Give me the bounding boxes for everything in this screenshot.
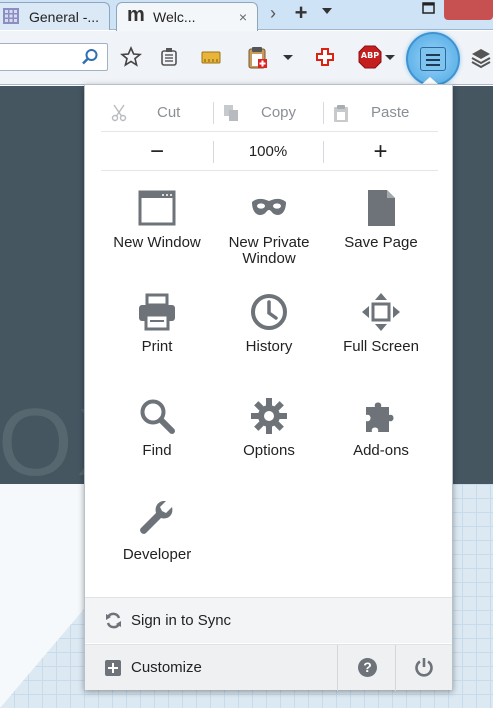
sync-icon: [106, 612, 121, 629]
new-private-window-button[interactable]: New Private Window: [213, 189, 325, 285]
printer-icon: [139, 293, 175, 331]
full-screen-button[interactable]: Full Screen: [325, 293, 437, 389]
new-private-window-label: New Private Window: [228, 234, 310, 267]
options-label: Options: [243, 442, 295, 459]
bookmark-star-icon[interactable]: [120, 44, 142, 70]
tab-general[interactable]: General -...: [0, 2, 110, 30]
zoom-in-button[interactable]: +: [323, 133, 438, 171]
history-button[interactable]: History: [213, 293, 325, 389]
print-button[interactable]: Print: [101, 293, 213, 389]
tab-welcome[interactable]: m Welc... ×: [116, 2, 258, 31]
copy-icon: [224, 105, 238, 121]
tab-scroll-right-icon[interactable]: ›: [264, 3, 282, 25]
scissors-icon: [111, 104, 127, 122]
paste-button[interactable]: Paste: [323, 94, 438, 132]
puzzle-icon: [366, 402, 394, 432]
developer-button[interactable]: Developer: [101, 501, 213, 597]
gear-icon: [251, 398, 287, 434]
adblock-plus-label: ABP: [360, 51, 380, 60]
zoom-out-button[interactable]: −: [101, 133, 213, 171]
developer-label: Developer: [122, 546, 192, 563]
adblock-plus-icon[interactable]: ABP: [358, 45, 382, 71]
redcross-addon-icon[interactable]: [314, 44, 336, 70]
main-menu-panel: Cut Copy Paste − 100% + New Window New P…: [84, 84, 453, 691]
close-tab-icon[interactable]: ×: [239, 5, 247, 29]
tab-strip: General -... m Welc... × › +: [0, 0, 493, 31]
search-field[interactable]: [0, 43, 108, 71]
fullscreen-arrows-icon: [362, 293, 400, 331]
new-tab-button[interactable]: +: [290, 2, 312, 25]
print-label: Print: [141, 338, 173, 355]
tab-welcome-label: Welc...: [153, 9, 196, 25]
adblock-dropdown-icon[interactable]: [384, 44, 396, 70]
restore-icon: [422, 2, 435, 14]
copy-label: Copy: [261, 104, 297, 121]
cut-label: Cut: [157, 104, 181, 121]
customize-plus-icon: [105, 660, 121, 676]
tab-list-dropdown-icon[interactable]: [322, 8, 332, 14]
quit-button[interactable]: [395, 645, 452, 691]
magnifier-icon: [140, 399, 175, 434]
new-window-label: New Window: [113, 234, 201, 251]
clipboard-icon: [334, 105, 348, 122]
clock-icon: [251, 294, 287, 330]
window-restore-button[interactable]: [418, 0, 440, 20]
paste-label: Paste: [371, 104, 410, 121]
options-button[interactable]: Options: [213, 397, 325, 493]
zoom-reset-button[interactable]: 100%: [213, 133, 323, 171]
help-question-icon: ?: [358, 658, 377, 677]
find-label: Find: [142, 442, 172, 459]
save-page-icon: [368, 190, 395, 226]
add-ons-label: Add-ons: [353, 442, 409, 459]
full-screen-label: Full Screen: [343, 338, 419, 355]
zoom-controls: − 100% +: [101, 133, 438, 171]
m-favicon-icon: m: [127, 4, 145, 26]
power-icon: [415, 658, 433, 677]
bookmarks-menu-icon[interactable]: [158, 44, 180, 70]
customize-label: Customize: [131, 659, 202, 676]
add-ons-button[interactable]: Add-ons: [325, 397, 437, 493]
grid-favicon-icon: [3, 8, 19, 24]
copy-button[interactable]: Copy: [213, 94, 323, 132]
customize-button[interactable]: Customize: [85, 645, 337, 691]
window-close-button[interactable]: [444, 0, 493, 20]
sign-in-to-sync-button[interactable]: Sign in to Sync: [85, 597, 452, 643]
clipboard-dropdown-icon[interactable]: [282, 44, 294, 70]
edit-controls: Cut Copy Paste: [101, 94, 438, 132]
new-window-icon: [138, 190, 176, 226]
cut-button[interactable]: Cut: [101, 94, 213, 132]
clipboard-addon-icon[interactable]: [246, 44, 268, 70]
wrench-icon: [140, 501, 173, 534]
find-button[interactable]: Find: [101, 397, 213, 493]
layers-icon[interactable]: [470, 44, 492, 70]
sign-in-to-sync-label: Sign in to Sync: [131, 612, 232, 629]
tab-general-label: General -...: [29, 9, 100, 25]
history-label: History: [245, 338, 293, 355]
private-mask-icon: [252, 198, 286, 215]
menu-hamburger-icon: [420, 47, 446, 71]
new-window-button[interactable]: New Window: [101, 189, 213, 285]
save-page-label: Save Page: [344, 234, 418, 251]
menu-footer: Customize ?: [85, 644, 452, 691]
help-button[interactable]: ?: [337, 645, 395, 691]
read-later-icon[interactable]: [200, 44, 222, 70]
search-go-icon[interactable]: [81, 48, 99, 66]
save-page-button[interactable]: Save Page: [325, 189, 437, 285]
